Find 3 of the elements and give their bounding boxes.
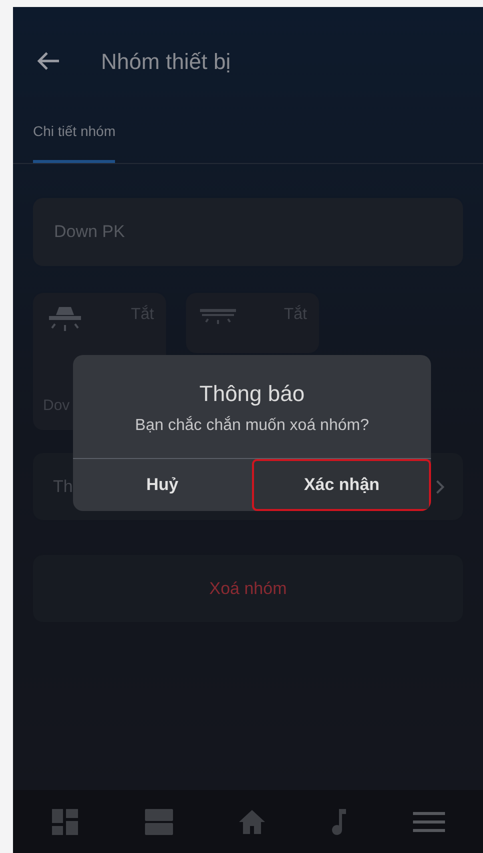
dialog-message: Bạn chắc chắn muốn xoá nhóm? (134, 415, 370, 436)
dialog-title: Thông báo (198, 380, 306, 408)
page-title: Nhóm thiết bị (101, 48, 231, 76)
